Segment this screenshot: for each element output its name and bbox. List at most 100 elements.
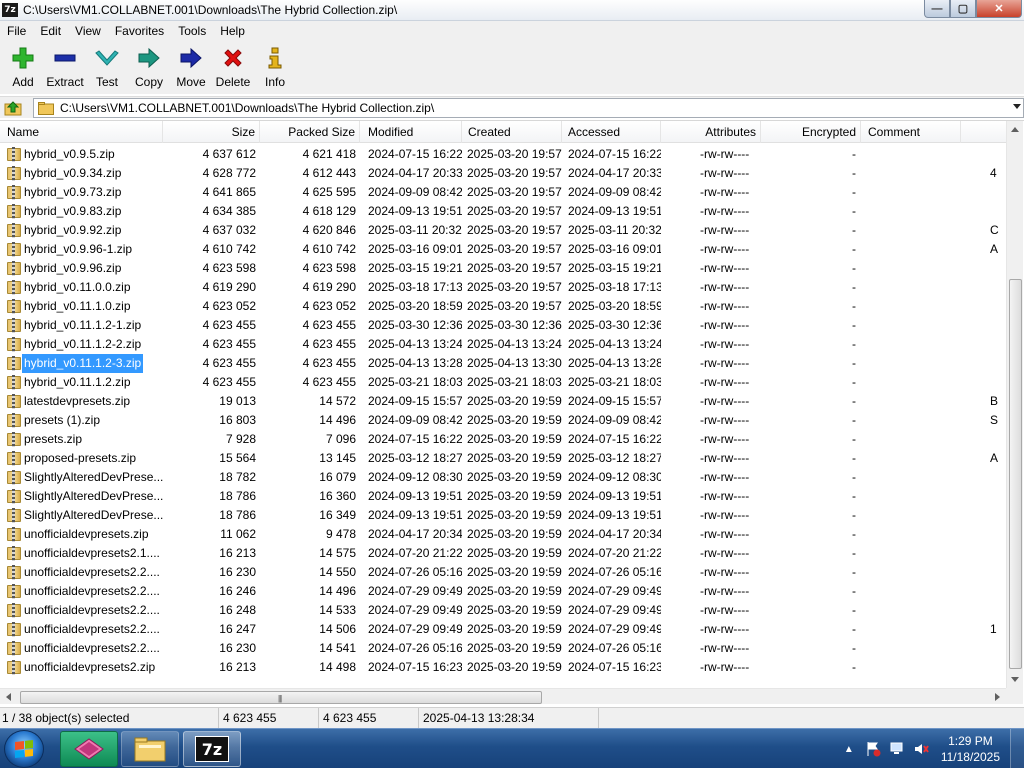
maximize-button[interactable]: ▢	[950, 0, 976, 18]
column-name[interactable]: Name	[0, 121, 163, 143]
menu-edit[interactable]: Edit	[33, 21, 68, 41]
table-row[interactable]: SlightlyAlteredDevPrese... 18 786 16 349 20…	[0, 506, 1006, 525]
comment-cell	[990, 601, 1006, 620]
table-row[interactable]: presets.zip 7 928 7 096 2024-07-15 16:22 202…	[0, 430, 1006, 449]
zip-archive-icon	[7, 299, 21, 314]
packed-size-cell: 4 623 455	[302, 318, 356, 332]
table-row[interactable]: unofficialdevpresets2.zip 16 213 14 498 202…	[0, 658, 1006, 677]
table-row[interactable]: hybrid_v0.11.1.0.zip 4 623 052 4 623 052 20…	[0, 297, 1006, 316]
file-name-cell: hybrid_v0.9.96.zip	[24, 261, 122, 275]
start-button[interactable]	[4, 730, 44, 768]
table-row[interactable]: hybrid_v0.9.5.zip 4 637 612 4 621 418 2024-…	[0, 145, 1006, 164]
packed-size-cell: 4 610 742	[302, 242, 356, 256]
horizontal-scroll-thumb[interactable]: |||	[20, 691, 542, 704]
scroll-up-arrow-icon[interactable]	[1011, 127, 1019, 132]
table-row[interactable]: hybrid_v0.9.34.zip 4 628 772 4 612 443 2024…	[0, 164, 1006, 183]
encrypted-cell: -	[852, 185, 856, 199]
scroll-left-arrow-icon[interactable]	[6, 693, 11, 701]
horizontal-scrollbar[interactable]: |||	[0, 688, 1006, 704]
table-row[interactable]: proposed-presets.zip 15 564 13 145 2025-03-…	[0, 449, 1006, 468]
comment-cell	[990, 316, 1006, 335]
created-cell: 2025-03-20 19:57	[467, 223, 562, 237]
table-row[interactable]: hybrid_v0.11.0.0.zip 4 619 290 4 619 290 20…	[0, 278, 1006, 297]
table-row[interactable]: SlightlyAlteredDevPrese... 18 782 16 079 20…	[0, 468, 1006, 487]
table-row[interactable]: hybrid_v0.9.96.zip 4 623 598 4 623 598 2025…	[0, 259, 1006, 278]
scroll-down-arrow-icon[interactable]	[1011, 677, 1019, 682]
table-row[interactable]: hybrid_v0.11.1.2-1.zip 4 623 455 4 623 455…	[0, 316, 1006, 335]
extract-button[interactable]: Extract	[44, 41, 86, 91]
column-attributes[interactable]: Attributes	[661, 121, 761, 143]
add-button[interactable]: Add	[2, 41, 44, 91]
menu-help[interactable]: Help	[213, 21, 252, 41]
column-packed-size[interactable]: Packed Size	[260, 121, 360, 143]
taskbar-app-1[interactable]	[60, 731, 118, 767]
zip-archive-icon	[7, 584, 21, 599]
size-cell: 18 786	[219, 489, 256, 503]
table-row[interactable]: unofficialdevpresets2.2.... 16 247 14 506 2…	[0, 620, 1006, 639]
table-row-selected[interactable]: hybrid_v0.11.1.2-3.zip 4 623 455 4 623 455…	[0, 354, 1006, 373]
vertical-scroll-thumb[interactable]	[1009, 279, 1022, 669]
table-row[interactable]: hybrid_v0.11.1.2.zip 4 623 455 4 623 455 20…	[0, 373, 1006, 392]
menu-view[interactable]: View	[68, 21, 108, 41]
clock-time: 1:29 PM	[948, 734, 993, 748]
table-row[interactable]: hybrid_v0.9.83.zip 4 634 385 4 618 129 2024…	[0, 202, 1006, 221]
up-folder-button[interactable]	[2, 98, 24, 118]
table-row[interactable]: unofficialdevpresets2.1.... 16 213 14 575 2…	[0, 544, 1006, 563]
menu-file[interactable]: File	[0, 21, 33, 41]
scroll-right-arrow-icon[interactable]	[995, 693, 1000, 701]
attributes-cell: -rw-rw----	[700, 413, 750, 427]
minimize-button[interactable]: —	[924, 0, 950, 18]
network-icon[interactable]	[889, 741, 905, 757]
table-row[interactable]: latestdevpresets.zip 19 013 14 572 2024-09-…	[0, 392, 1006, 411]
column-accessed[interactable]: Accessed	[562, 121, 661, 143]
comment-cell: S	[990, 413, 999, 427]
address-input[interactable]: C:\Users\VM1.COLLABNET.001\Downloads\The…	[33, 98, 1024, 118]
show-desktop-button[interactable]	[1010, 729, 1024, 768]
column-modified[interactable]: Modified	[360, 121, 462, 143]
clock[interactable]: 1:29 PM 11/18/2025	[941, 733, 1000, 765]
action-center-flag-icon[interactable]	[865, 741, 881, 757]
table-row[interactable]: unofficialdevpresets2.2.... 16 230 14 550 2…	[0, 563, 1006, 582]
move-button[interactable]: Move	[170, 41, 212, 91]
comment-cell: A	[990, 451, 999, 465]
column-size[interactable]: Size	[163, 121, 260, 143]
table-row[interactable]: unofficialdevpresets2.2.... 16 230 14 541 2…	[0, 639, 1006, 658]
table-row[interactable]: hybrid_v0.11.1.2-2.zip 4 623 455 4 623 455…	[0, 335, 1006, 354]
size-cell: 4 623 598	[202, 261, 256, 275]
column-encrypted[interactable]: Encrypted	[761, 121, 861, 143]
accessed-cell: 2025-03-15 19:21	[568, 261, 661, 275]
comment-cell: 1	[990, 622, 997, 636]
taskbar-file-explorer[interactable]	[121, 731, 179, 767]
comment-cell	[990, 335, 1006, 354]
file-name-cell: unofficialdevpresets.zip	[24, 527, 149, 541]
file-name-cell: hybrid_v0.11.1.2-2.zip	[24, 337, 142, 351]
menu-tools[interactable]: Tools	[171, 21, 213, 41]
size-cell: 16 230	[219, 641, 256, 655]
delete-button[interactable]: Delete	[212, 41, 254, 91]
test-button[interactable]: Test	[86, 41, 128, 91]
table-row[interactable]: hybrid_v0.9.73.zip 4 641 865 4 625 595 2024…	[0, 183, 1006, 202]
zip-archive-icon	[7, 546, 21, 561]
table-row[interactable]: presets (1).zip 16 803 14 496 2024-09-09 08…	[0, 411, 1006, 430]
attributes-cell: -rw-rw----	[700, 185, 750, 199]
table-row[interactable]: hybrid_v0.9.96-1.zip 4 610 742 4 610 742 20…	[0, 240, 1006, 259]
address-dropdown-arrow-icon[interactable]	[1013, 104, 1021, 109]
table-row[interactable]: SlightlyAlteredDevPrese... 18 786 16 360 20…	[0, 487, 1006, 506]
column-created[interactable]: Created	[462, 121, 562, 143]
table-row[interactable]: unofficialdevpresets2.2.... 16 248 14 533 2…	[0, 601, 1006, 620]
volume-muted-icon[interactable]	[913, 741, 929, 757]
table-row[interactable]: hybrid_v0.9.92.zip 4 637 032 4 620 846 2025…	[0, 221, 1006, 240]
info-button[interactable]: Info	[254, 41, 296, 91]
packed-size-cell: 14 575	[319, 546, 356, 560]
taskbar-7zip[interactable]: 7z	[183, 731, 241, 767]
vertical-scrollbar[interactable]	[1006, 121, 1023, 688]
close-button[interactable]: ✕	[976, 0, 1022, 18]
comment-cell	[990, 582, 1006, 601]
copy-button[interactable]: Copy	[128, 41, 170, 91]
column-comment[interactable]: Comment	[861, 121, 961, 143]
menu-favorites[interactable]: Favorites	[108, 21, 171, 41]
table-row[interactable]: unofficialdevpresets.zip 11 062 9 478 2024-…	[0, 525, 1006, 544]
modified-cell: 2025-04-13 13:28	[368, 356, 462, 370]
show-hidden-icons-icon[interactable]: ▲	[841, 741, 857, 757]
table-row[interactable]: unofficialdevpresets2.2.... 16 246 14 496 2…	[0, 582, 1006, 601]
